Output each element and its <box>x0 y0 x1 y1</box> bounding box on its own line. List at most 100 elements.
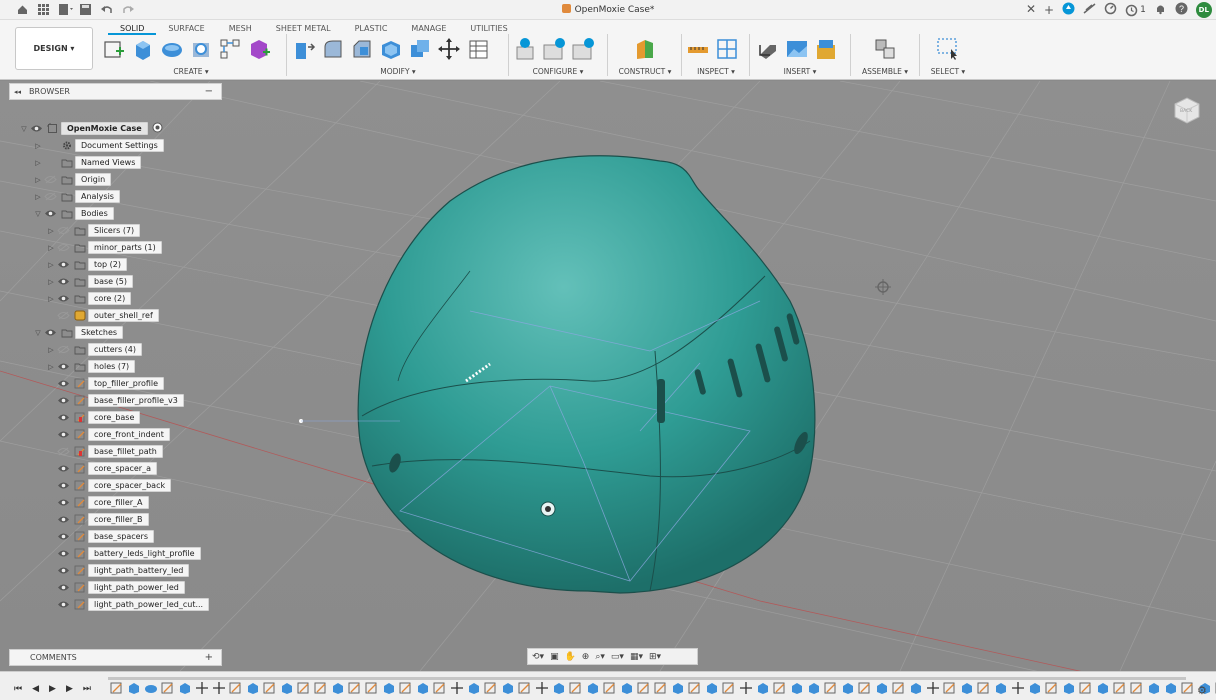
visibility-eye-icon[interactable] <box>56 361 70 372</box>
notifications-count[interactable]: 1 <box>1125 4 1146 17</box>
visibility-eye-icon[interactable] <box>56 395 70 406</box>
timeline-extrude-icon[interactable] <box>1096 682 1110 694</box>
close-tab-icon[interactable]: ✕ <box>1026 2 1036 16</box>
expand-right-icon[interactable]: ▷ <box>46 346 56 354</box>
construct-group-label[interactable]: CONSTRUCT ▾ <box>612 67 678 76</box>
go-to-start-icon[interactable]: ⏮ <box>14 684 22 694</box>
visibility-eye-icon[interactable] <box>56 582 70 593</box>
tab-utilities[interactable]: UTILITIES <box>458 23 519 35</box>
visibility-eye-icon[interactable] <box>56 378 70 389</box>
tab-manage[interactable]: MANAGE <box>399 23 458 35</box>
timeline-extrude-icon[interactable] <box>1147 682 1161 694</box>
help-icon[interactable]: ? <box>1175 2 1188 18</box>
timeline-sketch-icon[interactable] <box>569 682 583 694</box>
active-radio-icon[interactable] <box>152 122 163 135</box>
timeline-sketch-icon[interactable] <box>229 682 243 694</box>
timeline-extrude-icon[interactable] <box>1028 682 1042 694</box>
visibility-hidden-icon[interactable] <box>43 191 57 202</box>
timeline-extrude-icon[interactable] <box>790 682 804 694</box>
expand-right-icon[interactable]: ▷ <box>33 193 43 201</box>
timeline-sketch-icon[interactable] <box>637 682 651 694</box>
browser-node-named-views[interactable]: ▷ Named Views <box>33 155 142 170</box>
new-tab-icon[interactable]: + <box>1044 3 1054 17</box>
visibility-hidden-icon[interactable] <box>43 174 57 185</box>
visibility-eye-icon[interactable] <box>29 123 43 134</box>
timeline-extrude-icon[interactable] <box>127 682 141 694</box>
timeline-sketch-icon[interactable] <box>399 682 413 694</box>
zoom-icon[interactable]: ⊕ <box>582 652 590 662</box>
timeline-sketch-icon[interactable] <box>484 682 498 694</box>
go-to-end-icon[interactable]: ⏭ <box>83 684 91 694</box>
timeline-extrude-icon[interactable] <box>246 682 260 694</box>
hole-icon[interactable] <box>189 37 213 61</box>
visibility-eye-icon[interactable] <box>56 480 70 491</box>
chamfer-icon[interactable] <box>350 37 374 61</box>
timeline-extrude-icon[interactable] <box>331 682 345 694</box>
expand-down-icon[interactable]: ▽ <box>19 125 29 133</box>
measure-icon[interactable] <box>686 37 710 61</box>
timeline-sketch-icon[interactable] <box>688 682 702 694</box>
collapse-panel-icon[interactable]: ◂◂ <box>14 88 21 96</box>
timeline-extrude-icon[interactable] <box>841 682 855 694</box>
visibility-eye-icon[interactable] <box>56 599 70 610</box>
browser-node-core-spacer-a[interactable]: core_spacer_a <box>46 461 157 476</box>
tab-sheet-metal[interactable]: SHEET METAL <box>264 23 343 35</box>
visibility-hidden-icon[interactable] <box>56 344 70 355</box>
browser-node-top-filler-profile[interactable]: top_filler_profile <box>46 376 165 391</box>
visibility-hidden-icon[interactable] <box>56 242 70 253</box>
step-back-icon[interactable]: ◀ <box>32 684 39 694</box>
timeline-sketch-icon[interactable] <box>1079 682 1093 694</box>
expand-right-icon[interactable]: ▷ <box>33 142 43 150</box>
timeline-extrude-icon[interactable] <box>467 682 481 694</box>
visibility-eye-icon[interactable] <box>56 565 70 576</box>
timeline-sketch-icon[interactable] <box>773 682 787 694</box>
user-avatar[interactable]: DL <box>1195 2 1212 18</box>
timeline-extrude-icon[interactable] <box>705 682 719 694</box>
timeline-sketch-icon[interactable] <box>722 682 736 694</box>
timeline-extrude-icon[interactable] <box>909 682 923 694</box>
visibility-eye-icon[interactable] <box>56 259 70 270</box>
timeline-extrude-icon[interactable] <box>501 682 515 694</box>
timeline-move-icon[interactable] <box>212 682 226 694</box>
visibility-eye-icon[interactable] <box>56 463 70 474</box>
timeline-sketch-icon[interactable] <box>943 682 957 694</box>
fillet-icon[interactable] <box>321 37 345 61</box>
expand-right-icon[interactable]: ▷ <box>46 227 56 235</box>
timeline-extrude-icon[interactable] <box>1164 682 1178 694</box>
expand-right-icon[interactable]: ▷ <box>33 176 43 184</box>
offset-plane-icon[interactable] <box>633 37 657 61</box>
minimize-panel-icon[interactable]: − <box>205 86 213 97</box>
timeline-extrude-icon[interactable] <box>178 682 192 694</box>
change-parameters-icon[interactable] <box>466 37 490 61</box>
timeline-sketch-icon[interactable] <box>161 682 175 694</box>
inspect-group-label[interactable]: INSPECT ▾ <box>686 67 746 76</box>
tab-mesh[interactable]: MESH <box>217 23 264 35</box>
insert-mcmaster-icon[interactable] <box>814 37 838 61</box>
visibility-eye-icon[interactable] <box>56 429 70 440</box>
visibility-eye-icon[interactable] <box>56 531 70 542</box>
shell-icon[interactable] <box>379 37 403 61</box>
grid-settings-icon[interactable]: ▦▾ <box>630 652 643 662</box>
press-pull-icon[interactable] <box>292 37 316 61</box>
section-analysis-icon[interactable] <box>715 37 739 61</box>
timeline-sketch-icon[interactable] <box>433 682 447 694</box>
visibility-hidden-icon[interactable] <box>56 446 70 457</box>
timeline-move-icon[interactable] <box>739 682 753 694</box>
timeline-move-icon[interactable] <box>1011 682 1025 694</box>
workspace-switcher-button[interactable]: DESIGN ▾ <box>15 27 93 70</box>
create-sketch-icon[interactable] <box>102 37 126 61</box>
timeline-extrude-icon[interactable] <box>620 682 634 694</box>
tab-surface[interactable]: SURFACE <box>156 23 216 35</box>
timeline-sketch-icon[interactable] <box>1130 682 1144 694</box>
look-at-icon[interactable]: ▣ <box>550 652 559 662</box>
timeline-extrude-icon[interactable] <box>552 682 566 694</box>
browser-node-core-2[interactable]: ▷ core (2) <box>46 291 132 306</box>
display-settings-icon[interactable]: ▭▾ <box>611 652 624 662</box>
move-copy-icon[interactable] <box>437 37 461 61</box>
expand-right-icon[interactable]: ▷ <box>46 261 56 269</box>
expand-right-icon[interactable]: ▷ <box>46 295 56 303</box>
visibility-eye-icon[interactable] <box>43 327 57 338</box>
timeline-sketch-icon[interactable] <box>603 682 617 694</box>
browser-node-core-filler-b[interactable]: core_filler_B <box>46 512 149 527</box>
visibility-hidden-icon[interactable] <box>56 225 70 236</box>
